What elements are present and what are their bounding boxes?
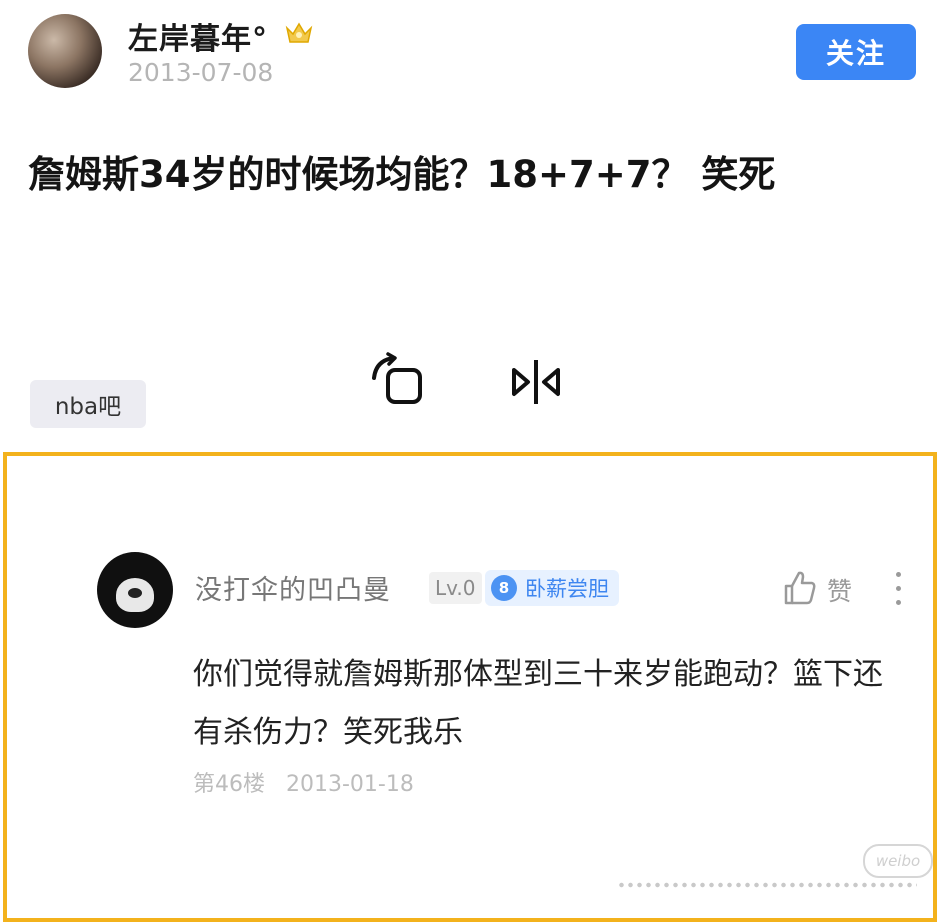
level-badge: Lv.0 <box>429 572 482 604</box>
post-content: 詹姆斯34岁的时候场均能？18+7+7？ 笑死 <box>28 153 776 196</box>
badge-label: 卧薪尝胆 <box>525 577 609 601</box>
post-date: 2013-07-08 <box>128 58 274 87</box>
rotate-icon[interactable] <box>370 352 426 406</box>
like-label[interactable]: 赞 <box>827 572 852 608</box>
avatar-detail <box>128 588 142 598</box>
thumbs-up-icon[interactable] <box>783 570 817 606</box>
author-name[interactable]: 左岸暮年° <box>128 14 268 58</box>
weibo-watermark: weibo <box>863 844 933 878</box>
commenter-avatar[interactable] <box>97 552 173 628</box>
title-badge: 8 卧薪尝胆 <box>485 570 619 606</box>
floor-number: 第46楼 <box>193 772 265 797</box>
forum-tag[interactable]: nba吧 <box>30 380 146 428</box>
more-vertical-icon[interactable] <box>893 572 903 608</box>
comment-meta: 第46楼 2013-01-18 <box>193 766 428 798</box>
follow-button[interactable]: 关注 <box>796 24 916 80</box>
highlighted-comment: 没打伞的凹凸曼 Lv.0 8 卧薪尝胆 赞 你们觉得就詹姆斯那体型到三十来岁能跑… <box>3 452 937 922</box>
crown-icon <box>285 22 313 43</box>
commenter-name[interactable]: 没打伞的凹凸曼 <box>195 568 391 607</box>
post-card: 左岸暮年° 2013-07-08 关注 詹姆斯34岁的时候场均能？18+7+7？… <box>0 0 938 450</box>
watermark-dots <box>617 882 917 888</box>
mirror-icon[interactable] <box>510 358 562 406</box>
author-avatar[interactable] <box>28 14 102 88</box>
badge-number: 8 <box>491 575 517 601</box>
comment-content: 你们觉得就詹姆斯那体型到三十来岁能跑动？篮下还有杀伤力？笑死我乐 <box>193 657 883 750</box>
comment-date: 2013-01-18 <box>286 772 414 797</box>
